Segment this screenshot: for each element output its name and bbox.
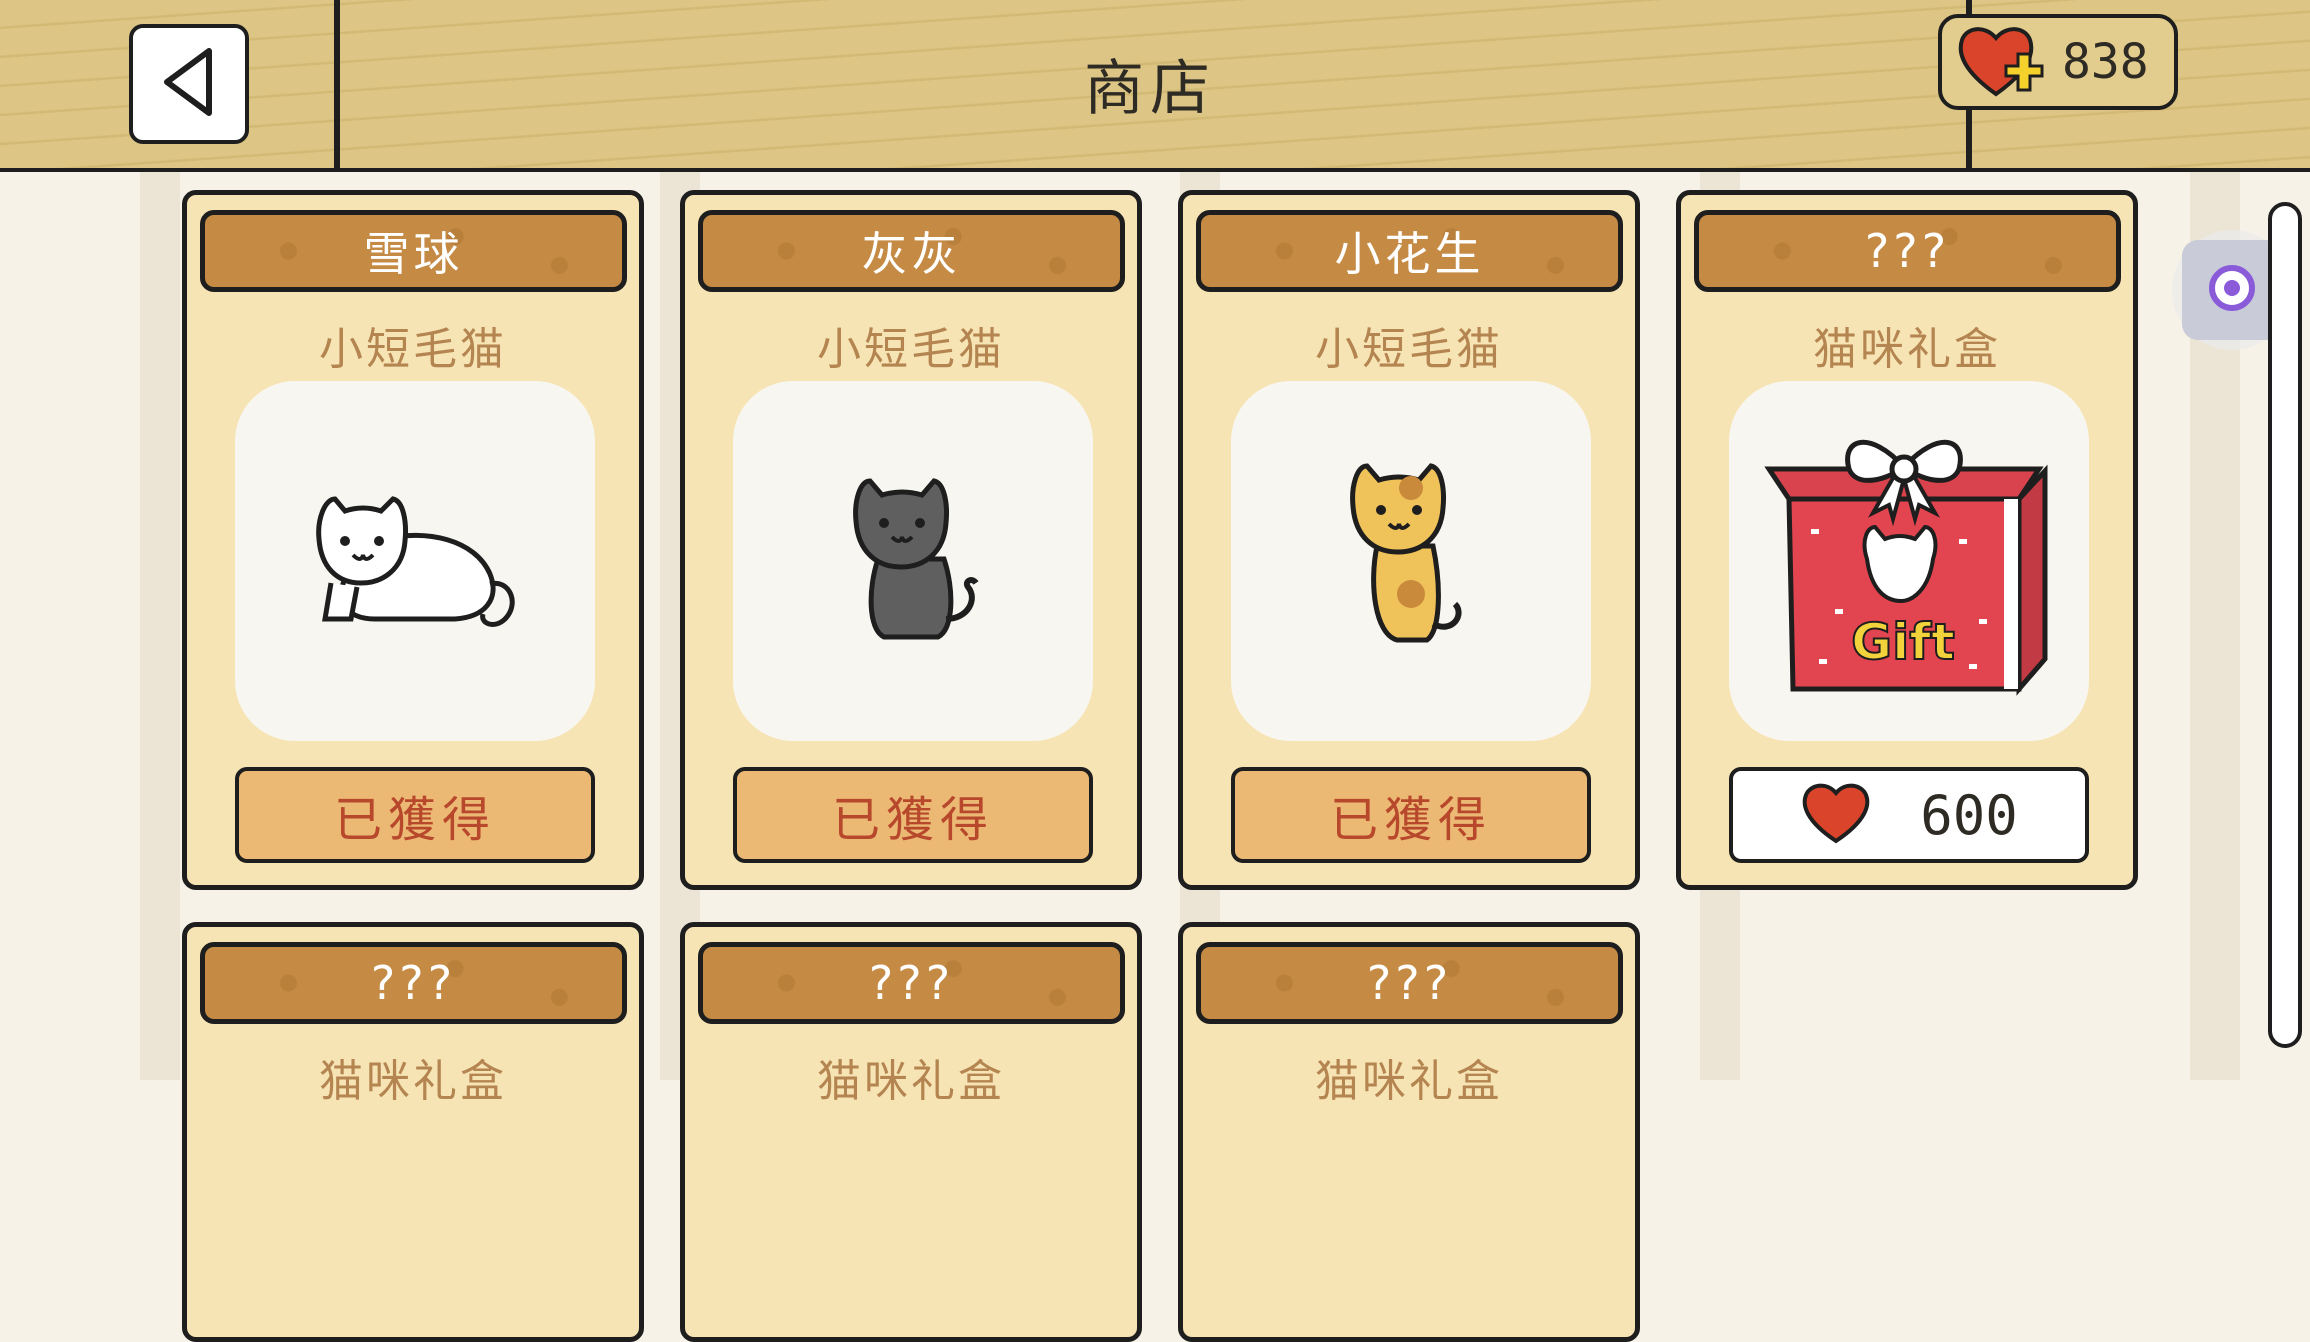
shop-card-peanut[interactable]: 小花生 小短毛猫 已獲得	[1178, 190, 1640, 890]
card-name-banner: ???	[698, 942, 1125, 1024]
card-portrait: Gift	[1729, 381, 2089, 741]
card-breed: 猫咪礼盒	[817, 1056, 1005, 1107]
background-stripe	[140, 170, 180, 1080]
shop-card-gray[interactable]: 灰灰 小短毛猫 已獲得	[680, 190, 1142, 890]
card-breed: 猫咪礼盒	[1315, 1056, 1503, 1107]
card-name-banner: ???	[1694, 210, 2121, 292]
calico-cat-standing-icon	[1341, 454, 1481, 668]
card-name-banner: 雪球	[200, 210, 627, 292]
card-name-banner: 小花生	[1196, 210, 1623, 292]
hearts-counter[interactable]: 838	[1938, 14, 2178, 110]
top-bar: 商店 838	[0, 0, 2310, 172]
back-triangle-icon	[159, 45, 219, 123]
owned-button[interactable]: 已獲得	[235, 767, 595, 863]
heart-plus-icon	[1956, 20, 2052, 104]
card-breed: 小短毛猫	[817, 324, 1005, 375]
white-cat-lying-icon	[305, 479, 525, 643]
owned-button[interactable]: 已獲得	[733, 767, 1093, 863]
gray-cat-sitting-icon	[838, 469, 988, 653]
card-portrait	[235, 381, 595, 741]
card-portrait	[1231, 381, 1591, 741]
scrollbar[interactable]	[2268, 202, 2302, 1048]
card-breed: 猫咪礼盒	[319, 1056, 507, 1107]
ring-icon	[2206, 262, 2258, 318]
back-button[interactable]	[129, 24, 249, 144]
card-name-banner: ???	[200, 942, 627, 1024]
page-title: 商店	[1084, 54, 1216, 124]
shop-card-gift-box[interactable]: ??? 猫咪礼盒	[182, 922, 644, 1342]
floating-button-face	[2182, 240, 2282, 340]
owned-button[interactable]: 已獲得	[1231, 767, 1591, 863]
card-breed: 猫咪礼盒	[1813, 324, 2001, 375]
heart-icon	[1800, 781, 1872, 849]
gift-box-icon: Gift	[1749, 409, 2069, 713]
price-value: 600	[1920, 783, 2018, 847]
shop-card-gift-box[interactable]: ??? 猫咪礼盒 Gift 600	[1676, 190, 2138, 890]
card-name-banner: 灰灰	[698, 210, 1125, 292]
card-breed: 小短毛猫	[319, 324, 507, 375]
buy-button[interactable]: 600	[1729, 767, 2089, 863]
shop-card-snowball[interactable]: 雪球 小短毛猫 已獲得	[182, 190, 644, 890]
gift-label: Gift	[1851, 613, 1955, 671]
hearts-count: 838	[2062, 34, 2149, 90]
card-breed: 小短毛猫	[1315, 324, 1503, 375]
card-portrait	[733, 381, 1093, 741]
card-name-banner: ???	[1196, 942, 1623, 1024]
shop-card-gift-box[interactable]: ??? 猫咪礼盒	[680, 922, 1142, 1342]
shop-card-gift-box[interactable]: ??? 猫咪礼盒	[1178, 922, 1640, 1342]
